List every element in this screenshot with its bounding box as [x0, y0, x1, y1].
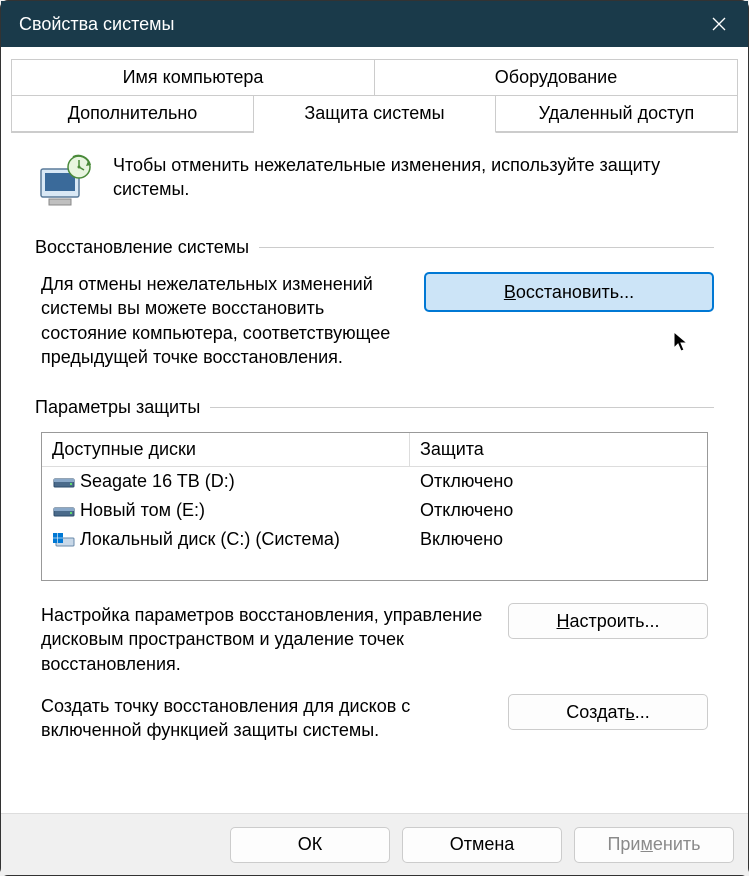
intro-text: Чтобы отменить нежелательные изменения, … [113, 153, 714, 202]
tab-hardware[interactable]: Оборудование [375, 59, 738, 95]
create-button[interactable]: Создать... [508, 694, 708, 730]
tabs-row-2: Дополнительно Защита системы Удаленный д… [11, 95, 738, 133]
bottom-bar: ОК Отмена Применить [1, 813, 748, 875]
titlebar: Свойства системы [1, 1, 748, 47]
table-row[interactable]: Seagate 16 TB (D:) Отключено [42, 467, 707, 496]
tab-remote[interactable]: Удаленный доступ [496, 95, 738, 132]
close-button[interactable] [690, 1, 748, 47]
table-body: Seagate 16 TB (D:)ОтключеноНовый том (E:… [42, 467, 707, 580]
create-description: Создать точку восстановления для дисков … [41, 694, 488, 743]
drive-icon [52, 502, 76, 520]
drive-status: Отключено [420, 500, 513, 521]
column-header-protection[interactable]: Защита [410, 433, 707, 467]
tab-system-protection[interactable]: Защита системы [254, 95, 496, 133]
apply-button[interactable]: Применить [574, 827, 734, 863]
table-row[interactable]: Локальный диск (C:) (Система) Включено [42, 525, 707, 554]
protection-section-title: Параметры защиты [35, 397, 200, 418]
drive-icon [52, 473, 76, 491]
dialog-content: Имя компьютера Оборудование Дополнительн… [1, 47, 748, 813]
restore-section-header: Восстановление системы [35, 237, 714, 258]
restore-button[interactable]: Восстановить... [424, 272, 714, 312]
protection-section-header: Параметры защиты [35, 397, 714, 418]
configure-button[interactable]: Настроить... [508, 603, 708, 639]
drive-name: Локальный диск (C:) (Система) [80, 529, 340, 550]
system-protection-icon [35, 153, 95, 209]
restore-row: Для отмены нежелательных изменений систе… [35, 272, 714, 369]
close-icon [712, 17, 726, 31]
configure-description: Настройка параметров восстановления, упр… [41, 603, 488, 676]
column-header-disk[interactable]: Доступные диски [42, 433, 410, 467]
tab-advanced[interactable]: Дополнительно [11, 95, 254, 132]
restore-section-title: Восстановление системы [35, 237, 249, 258]
tab-computer-name[interactable]: Имя компьютера [11, 59, 375, 95]
ok-button[interactable]: ОК [230, 827, 390, 863]
create-row: Создать точку восстановления для дисков … [35, 694, 714, 761]
drive-name: Новый том (E:) [80, 500, 205, 521]
configure-row: Настройка параметров восстановления, упр… [35, 603, 714, 694]
intro-row: Чтобы отменить нежелательные изменения, … [35, 153, 714, 209]
drive-icon [52, 531, 76, 549]
cancel-button[interactable]: Отмена [402, 827, 562, 863]
divider [210, 407, 714, 408]
tabs-row-1: Имя компьютера Оборудование [11, 59, 738, 95]
drive-status: Включено [420, 529, 503, 550]
table-header: Доступные диски Защита [42, 433, 707, 467]
drive-status: Отключено [420, 471, 513, 492]
drives-table: Доступные диски Защита Seagate 16 TB (D:… [41, 432, 708, 581]
drive-name: Seagate 16 TB (D:) [80, 471, 235, 492]
window-title: Свойства системы [19, 14, 174, 35]
table-row[interactable]: Новый том (E:) Отключено [42, 496, 707, 525]
tab-panel: Чтобы отменить нежелательные изменения, … [11, 143, 738, 771]
divider [259, 247, 714, 248]
restore-description: Для отмены нежелательных изменений систе… [41, 272, 404, 369]
